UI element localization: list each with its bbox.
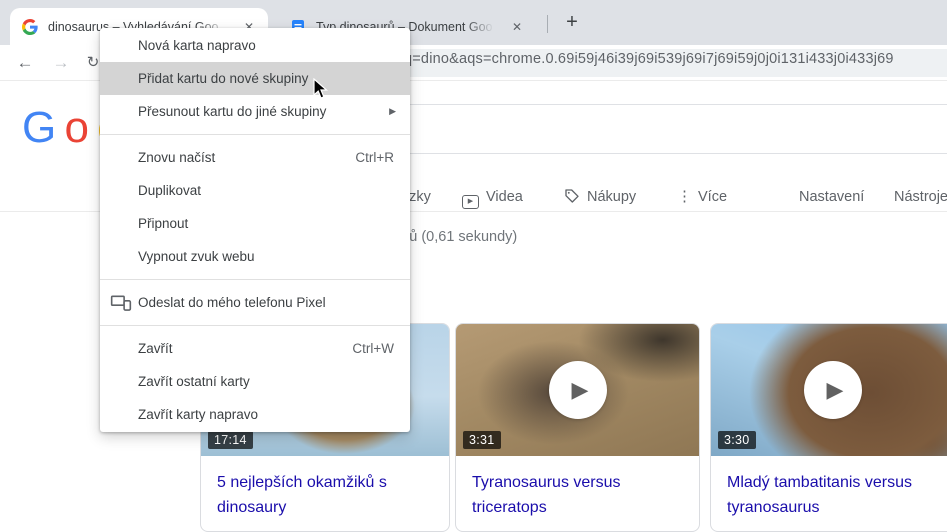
tab-more-label: Více [698, 189, 728, 205]
menu-item-close-other-tabs[interactable]: Zavřít ostatní karty [100, 365, 410, 398]
settings-link[interactable]: Nastavení [799, 182, 864, 212]
video-card[interactable]: ▶ 3:31 Tyranosaurus versus triceratops [455, 323, 700, 532]
submenu-arrow-icon: ▶ [389, 106, 396, 116]
google-g-icon [22, 18, 38, 35]
new-tab-button[interactable]: + [558, 9, 586, 37]
menu-shortcut: Ctrl+R [355, 150, 394, 165]
play-icon[interactable]: ▶ [803, 361, 862, 419]
menu-item-move-tab-to-group[interactable]: Přesunout kartu do jiné skupiny ▶ [100, 95, 410, 128]
video-title-link[interactable]: 5 nejlepších okamžiků s dinosaury [217, 470, 433, 520]
menu-item-pin[interactable]: Připnout [100, 207, 410, 240]
more-icon: ⋮ [677, 188, 692, 205]
menu-item-label: Přesunout kartu do jiné skupiny [138, 104, 327, 119]
menu-separator [100, 134, 410, 135]
menu-separator [100, 325, 410, 326]
menu-item-reload[interactable]: Znovu načíst Ctrl+R [100, 141, 410, 174]
video-duration: 17:14 [208, 431, 253, 449]
close-icon[interactable]: ✕ [508, 18, 526, 36]
shopping-tag-icon [565, 189, 579, 203]
forward-icon: → [52, 53, 70, 72]
menu-item-close[interactable]: Zavřít Ctrl+W [100, 332, 410, 365]
tab-videos-label: Videa [486, 189, 523, 205]
video-thumbnail[interactable]: ▶ 3:31 [456, 324, 699, 456]
video-icon: ▶ [462, 195, 479, 209]
video-duration: 3:31 [463, 431, 501, 449]
video-title-link[interactable]: Tyranosaurus versus triceratops [472, 470, 683, 520]
tab-shopping[interactable]: Nákupy [564, 182, 636, 212]
tab-more[interactable]: ⋮ Více [677, 182, 727, 212]
menu-item-label: Zavřít [138, 341, 173, 356]
video-thumbnail[interactable]: ▶ 3:30 [711, 324, 947, 456]
tab-separator [547, 15, 548, 33]
back-icon[interactable]: ← [12, 50, 38, 76]
send-to-device-icon [110, 295, 132, 311]
play-icon[interactable]: ▶ [548, 361, 607, 419]
menu-item-mute-site[interactable]: Vypnout zvuk webu [100, 240, 410, 273]
menu-item-duplicate[interactable]: Duplikovat [100, 174, 410, 207]
video-duration: 3:30 [718, 431, 756, 449]
tab-shopping-label: Nákupy [587, 189, 637, 205]
menu-item-new-tab-right[interactable]: Nová karta napravo [100, 29, 410, 62]
results-stats: ků (0,61 sekundy) [402, 229, 518, 245]
logo-letter: G [22, 103, 56, 152]
menu-item-label: Odeslat do mého telefonu Pixel [138, 295, 326, 310]
tab-context-menu: Nová karta napravo Přidat kartu do nové … [100, 28, 410, 432]
logo-letter: o [64, 103, 89, 152]
tab-videos[interactable]: ▶ Videa [462, 182, 523, 212]
menu-item-send-to-pixel[interactable]: Odeslat do mého telefonu Pixel [100, 286, 410, 319]
menu-separator [100, 279, 410, 280]
video-title-link[interactable]: Mladý tambatitanis versus tyranosaurus [727, 470, 938, 520]
tools-link[interactable]: Nástroje [894, 182, 947, 212]
url-text[interactable]: q=dino&aqs=chrome.0.69i59j46i39j69i539j6… [404, 51, 894, 67]
menu-item-label: Znovu načíst [138, 150, 216, 165]
menu-shortcut: Ctrl+W [352, 341, 394, 356]
menu-item-add-tab-to-new-group[interactable]: Přidat kartu do nové skupiny [100, 62, 410, 95]
browser-window: dinosaurus – Vyhledávání Goo ✕ Typ dinos… [0, 0, 947, 532]
video-card[interactable]: ▶ 3:30 Mladý tambatitanis versus tyranos… [710, 323, 947, 532]
cursor-icon [313, 78, 329, 99]
menu-item-close-tabs-right[interactable]: Zavřít karty napravo [100, 398, 410, 431]
